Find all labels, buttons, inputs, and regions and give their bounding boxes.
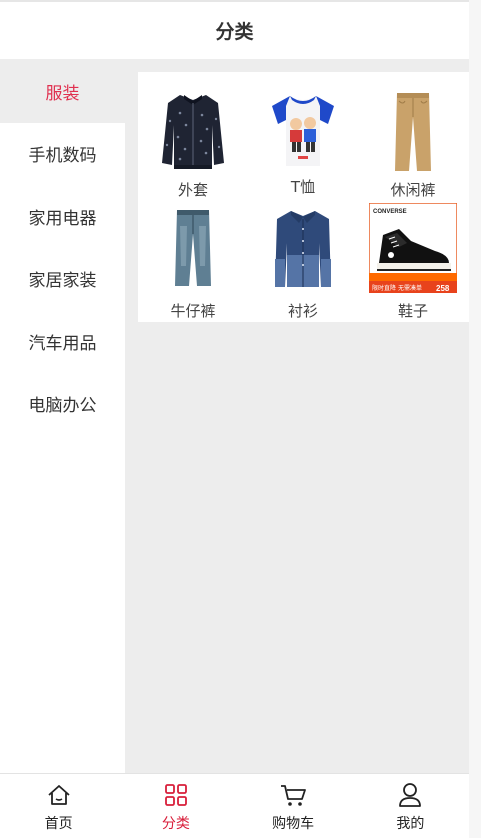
sidebar-item-label: 服装 (45, 83, 80, 104)
bottom-tab-bar: 首页 分类 购物车 我的 (0, 773, 469, 838)
sidebar-item-clothing[interactable]: 服装 (0, 60, 125, 123)
tab-label: 我的 (396, 816, 425, 832)
sidebar-item-label: 电脑办公 (28, 396, 97, 417)
cart-icon (279, 782, 307, 808)
product-tshirt[interactable]: T恤 (248, 72, 358, 197)
product-label: 牛仔裤 (170, 302, 216, 320)
home-icon (46, 782, 72, 808)
tshirt-image (258, 89, 348, 170)
product-pants[interactable]: 休闲裤 (358, 72, 468, 199)
tab-label: 首页 (44, 816, 73, 832)
pants-image (368, 89, 458, 173)
subcategory-area: 外套 T恤 休闲裤 牛仔裤 衬衫 CONVERSE 限时直降 无需凑单 258 … (125, 60, 469, 773)
sidebar-item-home-decor[interactable]: 家居家装 (0, 248, 125, 311)
sidebar-item-computer-office[interactable]: 电脑办公 (0, 373, 125, 436)
page-gutter (469, 0, 481, 838)
sidebar-item-label: 汽车用品 (28, 333, 97, 354)
product-shirt[interactable]: 衬衫 (248, 197, 358, 322)
sidebar-item-phones-digital[interactable]: 手机数码 (0, 123, 125, 186)
sidebar-item-home-appliances[interactable]: 家用电器 (0, 185, 125, 248)
tab-category[interactable]: 分类 (117, 774, 234, 838)
page-title: 分类 (215, 21, 254, 43)
jeans-image (148, 202, 238, 294)
category-icon (164, 782, 188, 808)
brand-logo: CONVERSE (373, 209, 407, 215)
user-icon (398, 782, 422, 808)
subcategory-panel: 外套 T恤 休闲裤 牛仔裤 衬衫 CONVERSE 限时直降 无需凑单 258 … (138, 72, 469, 322)
tab-home[interactable]: 首页 (0, 774, 117, 838)
product-label: 鞋子 (397, 302, 428, 320)
product-jeans[interactable]: 牛仔裤 (138, 197, 248, 322)
tab-profile[interactable]: 我的 (352, 774, 469, 838)
sidebar-item-auto-supplies[interactable]: 汽车用品 (0, 310, 125, 373)
shirt-image (258, 202, 348, 294)
product-label: 衬衫 (287, 302, 318, 320)
category-sidebar: 服装 手机数码 家用电器 家居家装 汽车用品 电脑办公 (0, 60, 125, 773)
sidebar-item-label: 家居家装 (28, 271, 97, 292)
product-label: T恤 (290, 178, 316, 196)
svg-text:无需凑单: 无需凑单 (398, 284, 422, 292)
tab-cart[interactable]: 购物车 (235, 774, 352, 838)
svg-text:258: 258 (436, 284, 450, 293)
product-jacket[interactable]: 外套 (138, 72, 248, 199)
product-shoes[interactable]: CONVERSE 限时直降 无需凑单 258 鞋子 (358, 197, 468, 322)
product-grid: 外套 T恤 休闲裤 牛仔裤 衬衫 CONVERSE 限时直降 无需凑单 258 … (138, 72, 469, 322)
page-header: 分类 (0, 0, 469, 60)
app-screen: 分类 服装 手机数码 家用电器 家居家装 汽车用品 电脑办公 外套 T恤 休闲裤… (0, 0, 469, 838)
sneaker-image: CONVERSE 限时直降 无需凑单 258 (368, 202, 458, 294)
jacket-image (148, 89, 238, 173)
tab-label: 购物车 (272, 816, 315, 832)
tab-label: 分类 (161, 816, 190, 832)
svg-text:限时直降: 限时直降 (372, 284, 396, 292)
sidebar-item-label: 手机数码 (28, 146, 97, 167)
sidebar-item-label: 家用电器 (28, 208, 97, 229)
